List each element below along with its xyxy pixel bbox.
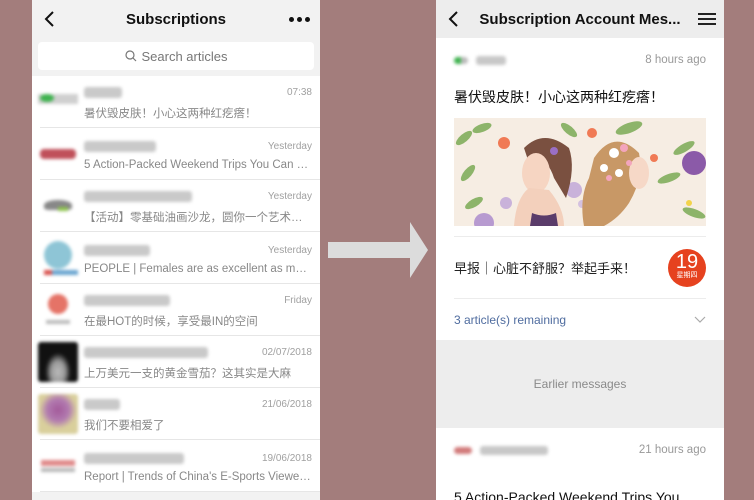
day-number: 19: [675, 250, 699, 273]
account-name-blurred: [84, 399, 120, 410]
dark-photo-avatar: [38, 342, 78, 382]
item-preview: 5 Action-Packed Weekend Trips You Can B.…: [84, 158, 312, 171]
account-logo: [454, 56, 468, 64]
remaining-articles-toggle[interactable]: 3 article(s) remaining: [454, 298, 706, 340]
item-time: 21/06/2018: [261, 399, 312, 410]
item-preview: 我们不要相爱了: [84, 419, 165, 432]
chevron-left-icon: [448, 11, 458, 27]
menu-button[interactable]: [698, 10, 716, 28]
item-time: Yesterday: [267, 141, 312, 152]
source-account-blurred[interactable]: [454, 445, 548, 455]
card-time: 8 hours ago: [645, 54, 706, 66]
arrow-right-icon: [328, 222, 428, 278]
account-name: [480, 445, 548, 455]
list-item[interactable]: 07:38 暑伏毁皮肤！小心这两种红疙瘩！: [32, 76, 320, 128]
account-name: [476, 55, 506, 65]
list-item[interactable]: 21/06/2018 我们不要相爱了: [32, 388, 320, 440]
list-item[interactable]: Friday 在最HOT的时候，享受最IN的空间: [32, 284, 320, 336]
sub-article-item[interactable]: 早报｜心脏不舒服？举起手来！ 19 星期四: [454, 236, 706, 298]
subscription-messages-screen: Subscription Account Mes... 8 hours ago …: [436, 0, 724, 500]
list-item[interactable]: Yesterday 【活动】零基础油画沙龙，圆你一个艺术梦...: [32, 180, 320, 232]
account-name-blurred: [84, 191, 192, 202]
item-time: 02/07/2018: [261, 347, 312, 358]
coral-logo-avatar: [38, 290, 78, 330]
item-preview: PEOPLE | Females are as excellent as mal…: [84, 262, 312, 275]
green-logo-avatar: [38, 82, 78, 122]
red-logo-avatar: [38, 134, 78, 174]
search-input[interactable]: Search articles: [38, 42, 314, 70]
item-preview: 在最HOT的时候，享受最IN的空间: [84, 315, 258, 328]
blue-logo-avatar: [38, 238, 78, 278]
more-dots-icon: [289, 16, 294, 22]
item-time: 07:38: [286, 87, 312, 98]
subscriptions-screen: Subscriptions Search articles 07:38 暑伏毁皮…: [32, 0, 320, 500]
item-preview: 上万美元一支的黄金雪茄？这其实是大麻: [84, 367, 291, 380]
search-wrapper: Search articles: [32, 38, 320, 76]
item-preview: 【活动】零基础油画沙龙，圆你一个艺术梦...: [84, 211, 312, 224]
card-time: 21 hours ago: [638, 444, 706, 456]
message-card: 8 hours ago 暑伏毁皮肤！小心这两种红疙瘩！ 早报｜心脏不舒服？举起手…: [436, 38, 724, 340]
account-name-blurred: [84, 295, 170, 306]
illustration-women-flowers: [454, 118, 706, 226]
day-of-week: 星期四: [676, 271, 698, 279]
article-cover-image[interactable]: [454, 118, 706, 226]
more-dot: [305, 16, 310, 22]
search-icon: [124, 50, 136, 62]
sub-article-title: 早报｜心脏不舒服？举起手来！: [454, 261, 637, 276]
list-item[interactable]: Yesterday PEOPLE | Females are as excell…: [32, 232, 320, 284]
china-logo-avatar: [38, 446, 78, 486]
hamburger-icon: [698, 13, 716, 15]
chevron-down-icon: [694, 311, 706, 329]
date-badge-thumbnail: 19 星期四: [668, 248, 706, 287]
article-title[interactable]: 5 Action-Packed Weekend Trips You: [436, 472, 724, 500]
earlier-messages-link[interactable]: Earlier messages: [436, 340, 724, 428]
account-name-blurred: [84, 347, 208, 358]
item-time: Friday: [284, 295, 312, 306]
more-button[interactable]: [289, 16, 312, 22]
flower-photo-avatar: [38, 394, 78, 434]
navbar: Subscriptions: [32, 0, 320, 38]
list-item[interactable]: Yesterday 5 Action-Packed Weekend Trips …: [32, 128, 320, 180]
account-name-blurred: [84, 141, 156, 152]
list-item[interactable]: 19/06/2018 Report | Trends of China's E-…: [32, 440, 320, 492]
source-account-blurred[interactable]: [454, 55, 506, 65]
hamburger-line: [698, 23, 716, 25]
page-title: Subscriptions: [125, 10, 226, 28]
remaining-text: 3 article(s) remaining: [454, 312, 567, 327]
account-name-blurred: [84, 245, 150, 256]
back-button[interactable]: [40, 9, 60, 29]
item-time: Yesterday: [267, 191, 312, 202]
card-header: 21 hours ago: [436, 428, 724, 472]
item-time: Yesterday: [267, 245, 312, 256]
back-button[interactable]: [444, 9, 464, 29]
message-card: 21 hours ago 5 Action-Packed Weekend Tri…: [436, 428, 724, 500]
item-preview: 暑伏毁皮肤！小心这两种红疙瘩！: [84, 107, 257, 120]
article-title[interactable]: 暑伏毁皮肤！小心这两种红疙瘩！: [436, 82, 724, 112]
gray-logo-avatar: [38, 186, 78, 226]
card-header: 8 hours ago: [436, 38, 724, 82]
chevron-left-icon: [44, 11, 54, 27]
more-dot: [297, 16, 302, 22]
search-placeholder: Search articles: [141, 48, 228, 64]
account-name-blurred: [84, 87, 122, 98]
hamburger-line: [698, 18, 716, 20]
page-title: Subscription Account Mes...: [479, 10, 681, 28]
account-logo: [454, 446, 472, 454]
item-preview: Report | Trends of China's E-Sports View…: [84, 470, 312, 483]
account-name-blurred: [84, 453, 184, 464]
navbar: Subscription Account Mes...: [436, 0, 724, 38]
item-time: 19/06/2018: [261, 453, 312, 464]
subscription-list: 07:38 暑伏毁皮肤！小心这两种红疙瘩！ Yesterday 5 Action…: [32, 76, 320, 492]
list-item[interactable]: 02/07/2018 上万美元一支的黄金雪茄？这其实是大麻: [32, 336, 320, 388]
